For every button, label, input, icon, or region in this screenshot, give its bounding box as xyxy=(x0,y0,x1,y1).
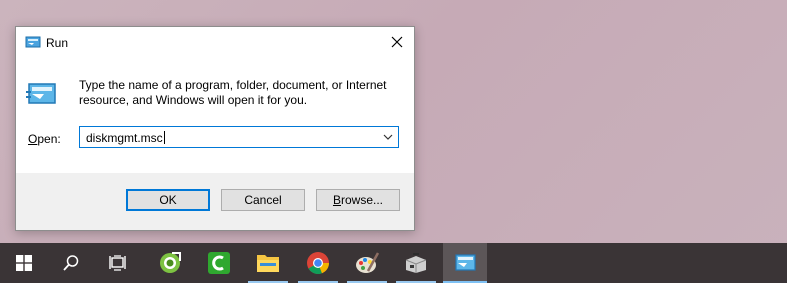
command-value: diskmgmt.msc xyxy=(86,131,163,145)
taskbar-paint[interactable] xyxy=(345,243,389,283)
taskbar-chrome[interactable] xyxy=(296,243,340,283)
cancel-button[interactable]: Cancel xyxy=(221,189,305,211)
command-input[interactable]: diskmgmt.msc xyxy=(86,131,165,145)
taskbar-run[interactable] xyxy=(443,243,487,283)
close-button[interactable] xyxy=(380,27,414,57)
open-combobox[interactable]: diskmgmt.msc xyxy=(79,126,399,148)
run-app-icon xyxy=(455,254,476,271)
run-large-icon xyxy=(26,83,56,104)
open-label-text: pen: xyxy=(37,132,61,146)
start-icon xyxy=(16,255,32,271)
run-dialog: Run Type the name of a program, folder, … xyxy=(15,26,415,231)
dialog-title: Run xyxy=(46,36,69,50)
browse-accel: B xyxy=(332,193,341,207)
taskbar-camtasia[interactable] xyxy=(197,243,241,283)
run-icon xyxy=(25,36,41,48)
open-label-accel: O xyxy=(28,132,38,146)
taskbar xyxy=(0,243,787,283)
browse-button[interactable]: Browse... xyxy=(316,189,400,211)
dialog-description: Type the name of a program, folder, docu… xyxy=(79,78,387,107)
dialog-footer: OK Cancel Browse... xyxy=(16,173,414,230)
ok-button[interactable]: OK xyxy=(126,189,210,211)
paint-icon xyxy=(356,252,380,273)
search-button[interactable] xyxy=(49,243,93,283)
chrome-icon xyxy=(307,252,329,274)
task-view-icon xyxy=(109,255,126,271)
browse-label: rowse... xyxy=(341,193,384,207)
chevron-down-icon[interactable] xyxy=(382,132,394,142)
task-view-button[interactable] xyxy=(96,243,140,283)
title-bar[interactable]: Run xyxy=(16,27,414,57)
taskbar-file-explorer[interactable] xyxy=(246,243,290,283)
text-caret xyxy=(163,131,165,144)
open-label: Open: xyxy=(28,132,61,146)
taskbar-tool[interactable] xyxy=(394,243,438,283)
start-button[interactable] xyxy=(2,243,46,283)
file-explorer-icon xyxy=(257,255,279,272)
tool-box-icon xyxy=(405,253,427,273)
greenshot-icon xyxy=(160,252,181,273)
close-icon xyxy=(391,36,403,48)
taskbar-greenshot[interactable] xyxy=(148,243,192,283)
camtasia-icon xyxy=(208,252,230,274)
search-icon xyxy=(63,255,79,271)
